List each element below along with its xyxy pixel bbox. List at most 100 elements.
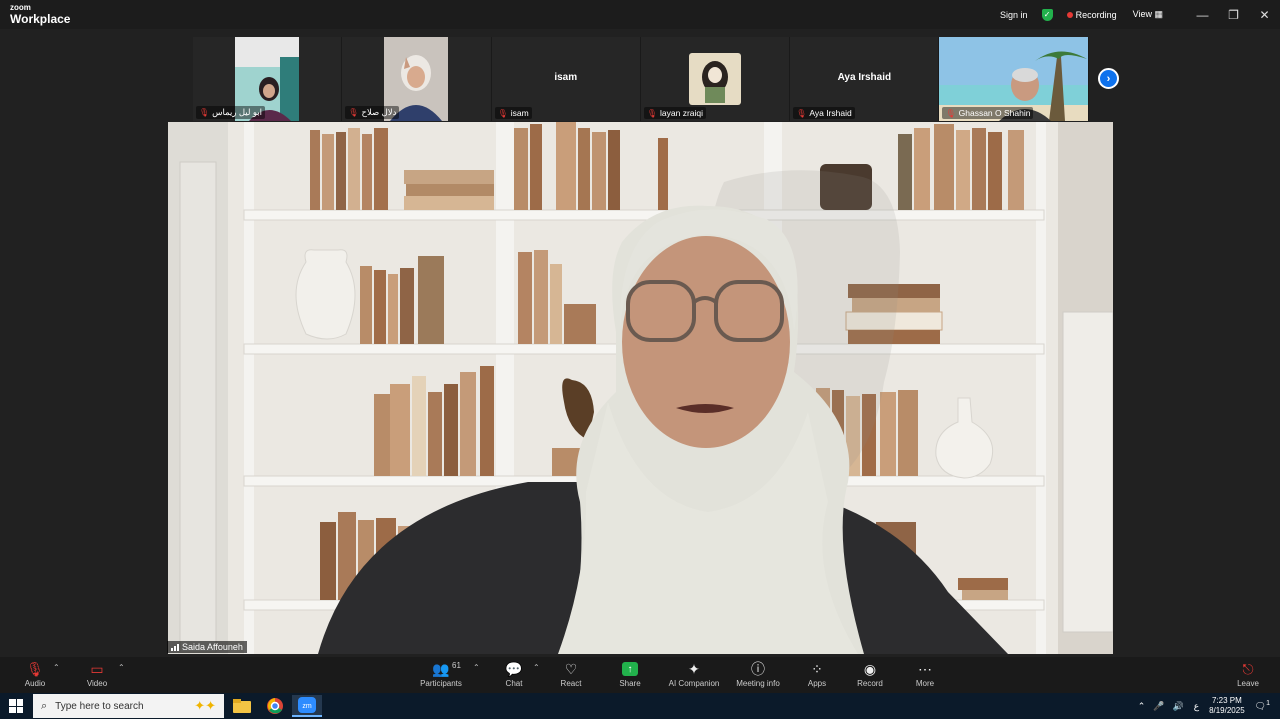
view-button[interactable]: View ▦ bbox=[1133, 9, 1163, 20]
zoom-logo-icon: zm bbox=[298, 697, 316, 713]
participant-name: دلال صلاح bbox=[361, 107, 397, 117]
video-off-icon: ▭ bbox=[90, 660, 104, 677]
participant-tile[interactable]: Aya Irshaid 🎙 Aya Irshaid bbox=[790, 37, 940, 121]
active-speaker-label: Saida Affouneh bbox=[167, 641, 247, 653]
share-button[interactable]: ↑ Share bbox=[615, 659, 645, 688]
active-speaker-video[interactable] bbox=[168, 122, 1113, 654]
folder-icon bbox=[233, 699, 251, 713]
chrome-logo-icon bbox=[267, 698, 283, 714]
search-highlight-icon: ✦✦ bbox=[194, 698, 216, 713]
leave-button[interactable]: ⎋ Leave bbox=[1233, 659, 1263, 689]
record-label: Record bbox=[857, 679, 883, 688]
language-indicator[interactable]: ع bbox=[1194, 701, 1199, 712]
notification-center-icon[interactable]: 🗨1 bbox=[1255, 700, 1270, 712]
record-icon: ◉ bbox=[863, 660, 877, 677]
zoom-app-icon[interactable]: zm bbox=[292, 695, 322, 717]
more-button[interactable]: ⋯ More bbox=[910, 659, 940, 689]
participant-label: 🎙 دلال صلاح bbox=[345, 106, 400, 119]
leave-icon: ⎋ bbox=[1242, 660, 1254, 677]
participant-tile[interactable]: 🎙 دلال صلاح bbox=[342, 37, 492, 121]
recording-dot-icon bbox=[1066, 11, 1073, 18]
ai-companion-button[interactable]: ✦ AI Companion bbox=[666, 659, 722, 689]
participant-label: 🎙 Aya Irshaid bbox=[793, 107, 855, 119]
participant-name: Ghassan O Shahin bbox=[958, 108, 1031, 118]
video-button[interactable]: ▭ Video bbox=[82, 659, 112, 689]
restore-icon[interactable]: ❐ bbox=[1218, 8, 1249, 22]
zoom-logo: zoom Workplace bbox=[10, 3, 71, 26]
react-label: React bbox=[560, 679, 582, 688]
chat-caret-icon[interactable]: ⌃ bbox=[533, 663, 540, 672]
search-icon: ⌕ bbox=[41, 699, 48, 712]
participants-caret-icon[interactable]: ⌃ bbox=[473, 663, 480, 672]
participant-name-display: Aya Irshaid bbox=[837, 72, 892, 83]
participant-tile[interactable]: 🎙 layan zraiqi bbox=[640, 37, 791, 121]
participants-count: 61 bbox=[452, 661, 461, 670]
share-label: Share bbox=[619, 679, 641, 688]
sparkle-icon: ✦ bbox=[688, 660, 700, 677]
mic-muted-icon: 🎙 bbox=[26, 660, 44, 677]
more-icon: ⋯ bbox=[918, 660, 932, 677]
chevron-up-icon[interactable]: ⌃ bbox=[1138, 701, 1146, 712]
audio-options-caret-icon[interactable]: ⌃ bbox=[53, 663, 60, 672]
participant-strip: 🎙 ابو ليل ريماس 🎙 دلال صلاح isam 🎙 isam 🎙 la… bbox=[193, 37, 1089, 121]
close-icon[interactable]: ✕ bbox=[1249, 8, 1280, 22]
meeting-info-button[interactable]: ⓘ Meeting info bbox=[732, 659, 784, 688]
mic-muted-icon: 🎙 bbox=[199, 108, 210, 117]
windows-start-icon[interactable] bbox=[9, 699, 23, 713]
mic-muted-icon: 🎙 bbox=[945, 108, 956, 118]
apps-button[interactable]: ⁘ Apps bbox=[802, 659, 832, 689]
recording-indicator[interactable]: Recording bbox=[1076, 10, 1117, 20]
taskbar-clock[interactable]: 7:23 PM 8/19/2025 bbox=[1209, 696, 1245, 715]
windows-taskbar: ⌕ Type here to search ✦✦ zm ⌃ 🎤 🔊 ع 7:23… bbox=[0, 693, 1280, 719]
leave-label: Leave bbox=[1237, 679, 1259, 688]
video-label: Video bbox=[86, 679, 108, 688]
system-tray: ⌃ 🎤 🔊 ع 7:23 PM 8/19/2025 🗨1 bbox=[1138, 693, 1280, 719]
encryption-shield-icon[interactable]: ✓ bbox=[1041, 8, 1053, 21]
participant-avatar-image bbox=[688, 53, 741, 105]
title-bar: zoom Workplace Sign in ✓ Recording View … bbox=[0, 0, 1280, 29]
meeting-info-label: Meeting info bbox=[736, 679, 780, 688]
heart-icon: ♡ bbox=[564, 660, 578, 677]
more-label: More bbox=[915, 679, 935, 688]
video-options-caret-icon[interactable]: ⌃ bbox=[118, 663, 125, 672]
participant-name: ابو ليل ريماس bbox=[212, 107, 262, 117]
info-icon: ⓘ bbox=[751, 661, 765, 677]
file-explorer-icon[interactable] bbox=[227, 695, 257, 717]
chrome-icon[interactable] bbox=[260, 695, 290, 717]
participant-label: 🎙 isam bbox=[494, 107, 532, 119]
participant-label: 🎙 layan zraiqi bbox=[643, 107, 707, 119]
apps-label: Apps bbox=[807, 679, 827, 688]
taskbar-search-input[interactable]: ⌕ Type here to search ✦✦ bbox=[33, 694, 224, 718]
chat-label: Chat bbox=[505, 679, 523, 688]
next-page-button[interactable]: › bbox=[1098, 68, 1119, 89]
brand-top: zoom bbox=[10, 3, 31, 12]
apps-icon: ⁘ bbox=[811, 660, 823, 677]
svg-text:zm: zm bbox=[302, 703, 312, 710]
record-button[interactable]: ◉ Record bbox=[855, 659, 885, 689]
sign-in-link[interactable]: Sign in bbox=[1000, 10, 1028, 20]
clock-time: 7:23 PM bbox=[1211, 696, 1242, 706]
brand-bottom: Workplace bbox=[10, 12, 71, 26]
participant-label: 🎙 ابو ليل ريماس bbox=[196, 106, 265, 119]
chat-button[interactable]: 💬 Chat bbox=[499, 659, 529, 689]
participant-name-display: isam bbox=[554, 72, 578, 83]
speaker-icon[interactable]: 🔊 bbox=[1172, 701, 1183, 712]
participant-tile[interactable]: 🎙 Ghassan O Shahin bbox=[939, 37, 1089, 121]
participants-label: Participants bbox=[420, 679, 462, 688]
react-button[interactable]: ♡ React bbox=[556, 659, 586, 689]
share-icon: ↑ bbox=[622, 662, 638, 676]
mic-muted-icon: 🎙 bbox=[796, 108, 807, 118]
audio-button[interactable]: 🎙 Audio bbox=[20, 659, 50, 689]
participant-name: Aya Irshaid bbox=[809, 108, 852, 118]
signal-bars-icon bbox=[171, 643, 179, 651]
participant-label: 🎙 Ghassan O Shahin bbox=[942, 107, 1034, 119]
microphone-icon[interactable]: 🎤 bbox=[1153, 701, 1164, 712]
active-speaker-name: Saida Affouneh bbox=[182, 642, 243, 652]
participant-tile[interactable]: isam 🎙 isam bbox=[491, 37, 641, 121]
participant-tile[interactable]: 🎙 ابو ليل ريماس bbox=[193, 37, 343, 121]
meeting-toolbar: 🎙 Audio ⌃ ▭ Video ⌃ 👥 Participants 61 ⌃ … bbox=[0, 657, 1280, 693]
grid-icon: ▦ bbox=[1154, 9, 1163, 19]
mic-muted-icon: 🎙 bbox=[646, 108, 658, 118]
minimize-icon[interactable]: — bbox=[1187, 8, 1218, 22]
search-placeholder: Type here to search bbox=[55, 700, 144, 712]
